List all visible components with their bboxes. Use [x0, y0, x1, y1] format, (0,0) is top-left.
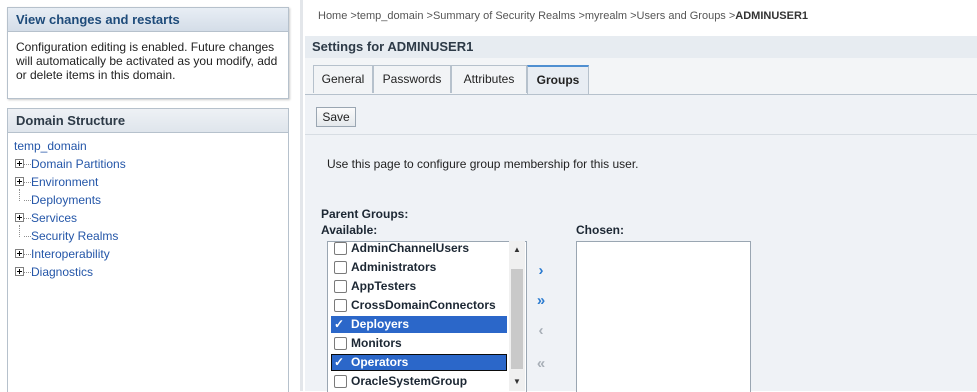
- group-option-label: CrossDomainConnectors: [351, 298, 496, 312]
- move-all-right-icon[interactable]: »: [532, 292, 550, 310]
- available-groups-list[interactable]: AdminChannelUsers Administrators AppTester…: [327, 241, 527, 392]
- chosen-label: Chosen:: [576, 223, 624, 237]
- tree-connector: [24, 200, 31, 201]
- tree-item-label[interactable]: Services: [31, 211, 77, 225]
- tree-connector: [24, 254, 31, 255]
- move-left-icon[interactable]: ‹: [532, 322, 550, 340]
- change-center-panel: View changes and restarts Configuration …: [7, 7, 289, 99]
- chosen-groups-list[interactable]: [576, 241, 751, 392]
- move-all-left-icon[interactable]: «: [532, 355, 550, 373]
- tree-connector: [24, 182, 31, 183]
- tree-root-temp-domain[interactable]: temp_domain: [14, 138, 288, 155]
- scroll-thumb[interactable]: [511, 269, 523, 369]
- group-option-label: Deployers: [351, 317, 410, 331]
- scroll-up-arrow-icon[interactable]: ▲: [509, 243, 525, 257]
- toolbar-divider: [305, 134, 977, 135]
- group-option-label: AppTesters: [351, 279, 417, 293]
- tree-item-services[interactable]: Services: [14, 209, 288, 227]
- checkbox-icon[interactable]: [334, 280, 347, 293]
- tree-item-label[interactable]: Interoperability: [31, 247, 110, 261]
- group-option[interactable]: CrossDomainConnectors: [331, 297, 507, 314]
- group-option[interactable]: ✓ Deployers: [331, 316, 507, 333]
- parent-groups-label: Parent Groups:: [321, 207, 409, 221]
- tree-connector: [19, 225, 20, 237]
- group-option-label: Administrators: [351, 260, 437, 274]
- group-option[interactable]: OracleSystemGroup: [331, 373, 507, 390]
- tab-passwords[interactable]: Passwords: [373, 65, 451, 93]
- group-option[interactable]: Administrators: [331, 259, 507, 276]
- breadcrumb-separator: >: [347, 10, 357, 22]
- group-option-label: AdminChannelUsers: [351, 241, 470, 255]
- expand-plus-icon[interactable]: [15, 213, 24, 222]
- tree-item-label[interactable]: Environment: [31, 175, 98, 189]
- check-icon: ✓: [334, 355, 345, 369]
- tree-item-environment[interactable]: Environment: [14, 173, 288, 191]
- tree-connector: [19, 189, 20, 201]
- expand-plus-icon[interactable]: [15, 177, 24, 186]
- checkbox-icon[interactable]: [334, 299, 347, 312]
- checkbox-icon[interactable]: [334, 337, 347, 350]
- domain-tree: temp_domain Domain Partitions Environment…: [8, 133, 288, 281]
- tab-attributes[interactable]: Attributes: [451, 65, 527, 93]
- breadcrumb-link[interactable]: Summary of Security Realms: [433, 10, 575, 22]
- expand-plus-icon[interactable]: [15, 249, 24, 258]
- tree-connector: [24, 218, 31, 219]
- group-option-label: OracleSystemGroup: [351, 374, 468, 388]
- available-list-scrollbar[interactable]: ▲ ▼: [509, 241, 525, 391]
- tree-connector: [24, 164, 31, 165]
- tree-connector: [24, 272, 31, 273]
- expand-plus-icon[interactable]: [15, 159, 24, 168]
- checkbox-icon[interactable]: [334, 261, 347, 274]
- tree-item-diagnostics[interactable]: Diagnostics: [14, 263, 288, 281]
- checkbox-icon[interactable]: [334, 375, 347, 388]
- group-option[interactable]: AdminChannelUsers: [331, 241, 507, 257]
- group-option[interactable]: ✓ Operators: [331, 354, 507, 371]
- breadcrumb-separator: >: [575, 10, 585, 22]
- checkbox-icon[interactable]: [334, 242, 347, 255]
- breadcrumb-separator: >: [627, 10, 637, 22]
- tab-groups[interactable]: Groups: [527, 65, 589, 94]
- tree-item-security-realms[interactable]: Security Realms: [14, 225, 288, 245]
- left-column: View changes and restarts Configuration …: [0, 0, 290, 392]
- group-option[interactable]: AppTesters: [331, 278, 507, 295]
- save-button[interactable]: Save: [316, 107, 356, 127]
- tree-item-label[interactable]: Domain Partitions: [31, 157, 126, 171]
- tree-item-domain-partitions[interactable]: Domain Partitions: [14, 155, 288, 173]
- tree-item-label[interactable]: Diagnostics: [31, 265, 93, 279]
- check-icon: ✓: [334, 317, 345, 331]
- group-option-label: Operators: [351, 355, 409, 369]
- tab-general[interactable]: General: [313, 65, 373, 93]
- tree-connector: [24, 236, 31, 237]
- scroll-down-arrow-icon[interactable]: ▼: [509, 375, 525, 389]
- breadcrumb-current: ADMINUSER1: [735, 10, 809, 22]
- tree-item-label[interactable]: Deployments: [31, 193, 101, 207]
- view-changes-link[interactable]: View changes and restarts: [8, 8, 288, 32]
- settings-title: Settings for ADMINUSER1: [305, 36, 977, 58]
- breadcrumb-link[interactable]: temp_domain: [357, 10, 424, 22]
- tree-item-interoperability[interactable]: Interoperability: [14, 245, 288, 263]
- group-option[interactable]: Monitors: [331, 335, 507, 352]
- available-label: Available:: [321, 223, 378, 237]
- column-separator: [300, 0, 303, 391]
- tree-item-deployments[interactable]: Deployments: [14, 189, 288, 209]
- breadcrumb-link[interactable]: Home: [318, 10, 347, 22]
- change-center-message: Configuration editing is enabled. Future…: [16, 40, 278, 82]
- expand-plus-icon[interactable]: [15, 267, 24, 276]
- breadcrumb-link[interactable]: myrealm: [585, 10, 627, 22]
- breadcrumb-separator: >: [423, 10, 433, 22]
- help-text: Use this page to configure group members…: [327, 157, 639, 171]
- domain-structure-title: Domain Structure: [8, 109, 288, 133]
- tree-item-label[interactable]: Security Realms: [31, 229, 118, 243]
- move-right-icon[interactable]: ›: [532, 262, 550, 280]
- group-option-label: Monitors: [351, 336, 402, 350]
- breadcrumb-link[interactable]: Users and Groups: [637, 10, 726, 22]
- domain-structure-panel: Domain Structure temp_domain Domain Part…: [7, 108, 289, 392]
- breadcrumb: Home >temp_domain >Summary of Security R…: [318, 10, 808, 22]
- breadcrumb-separator: >: [725, 10, 736, 22]
